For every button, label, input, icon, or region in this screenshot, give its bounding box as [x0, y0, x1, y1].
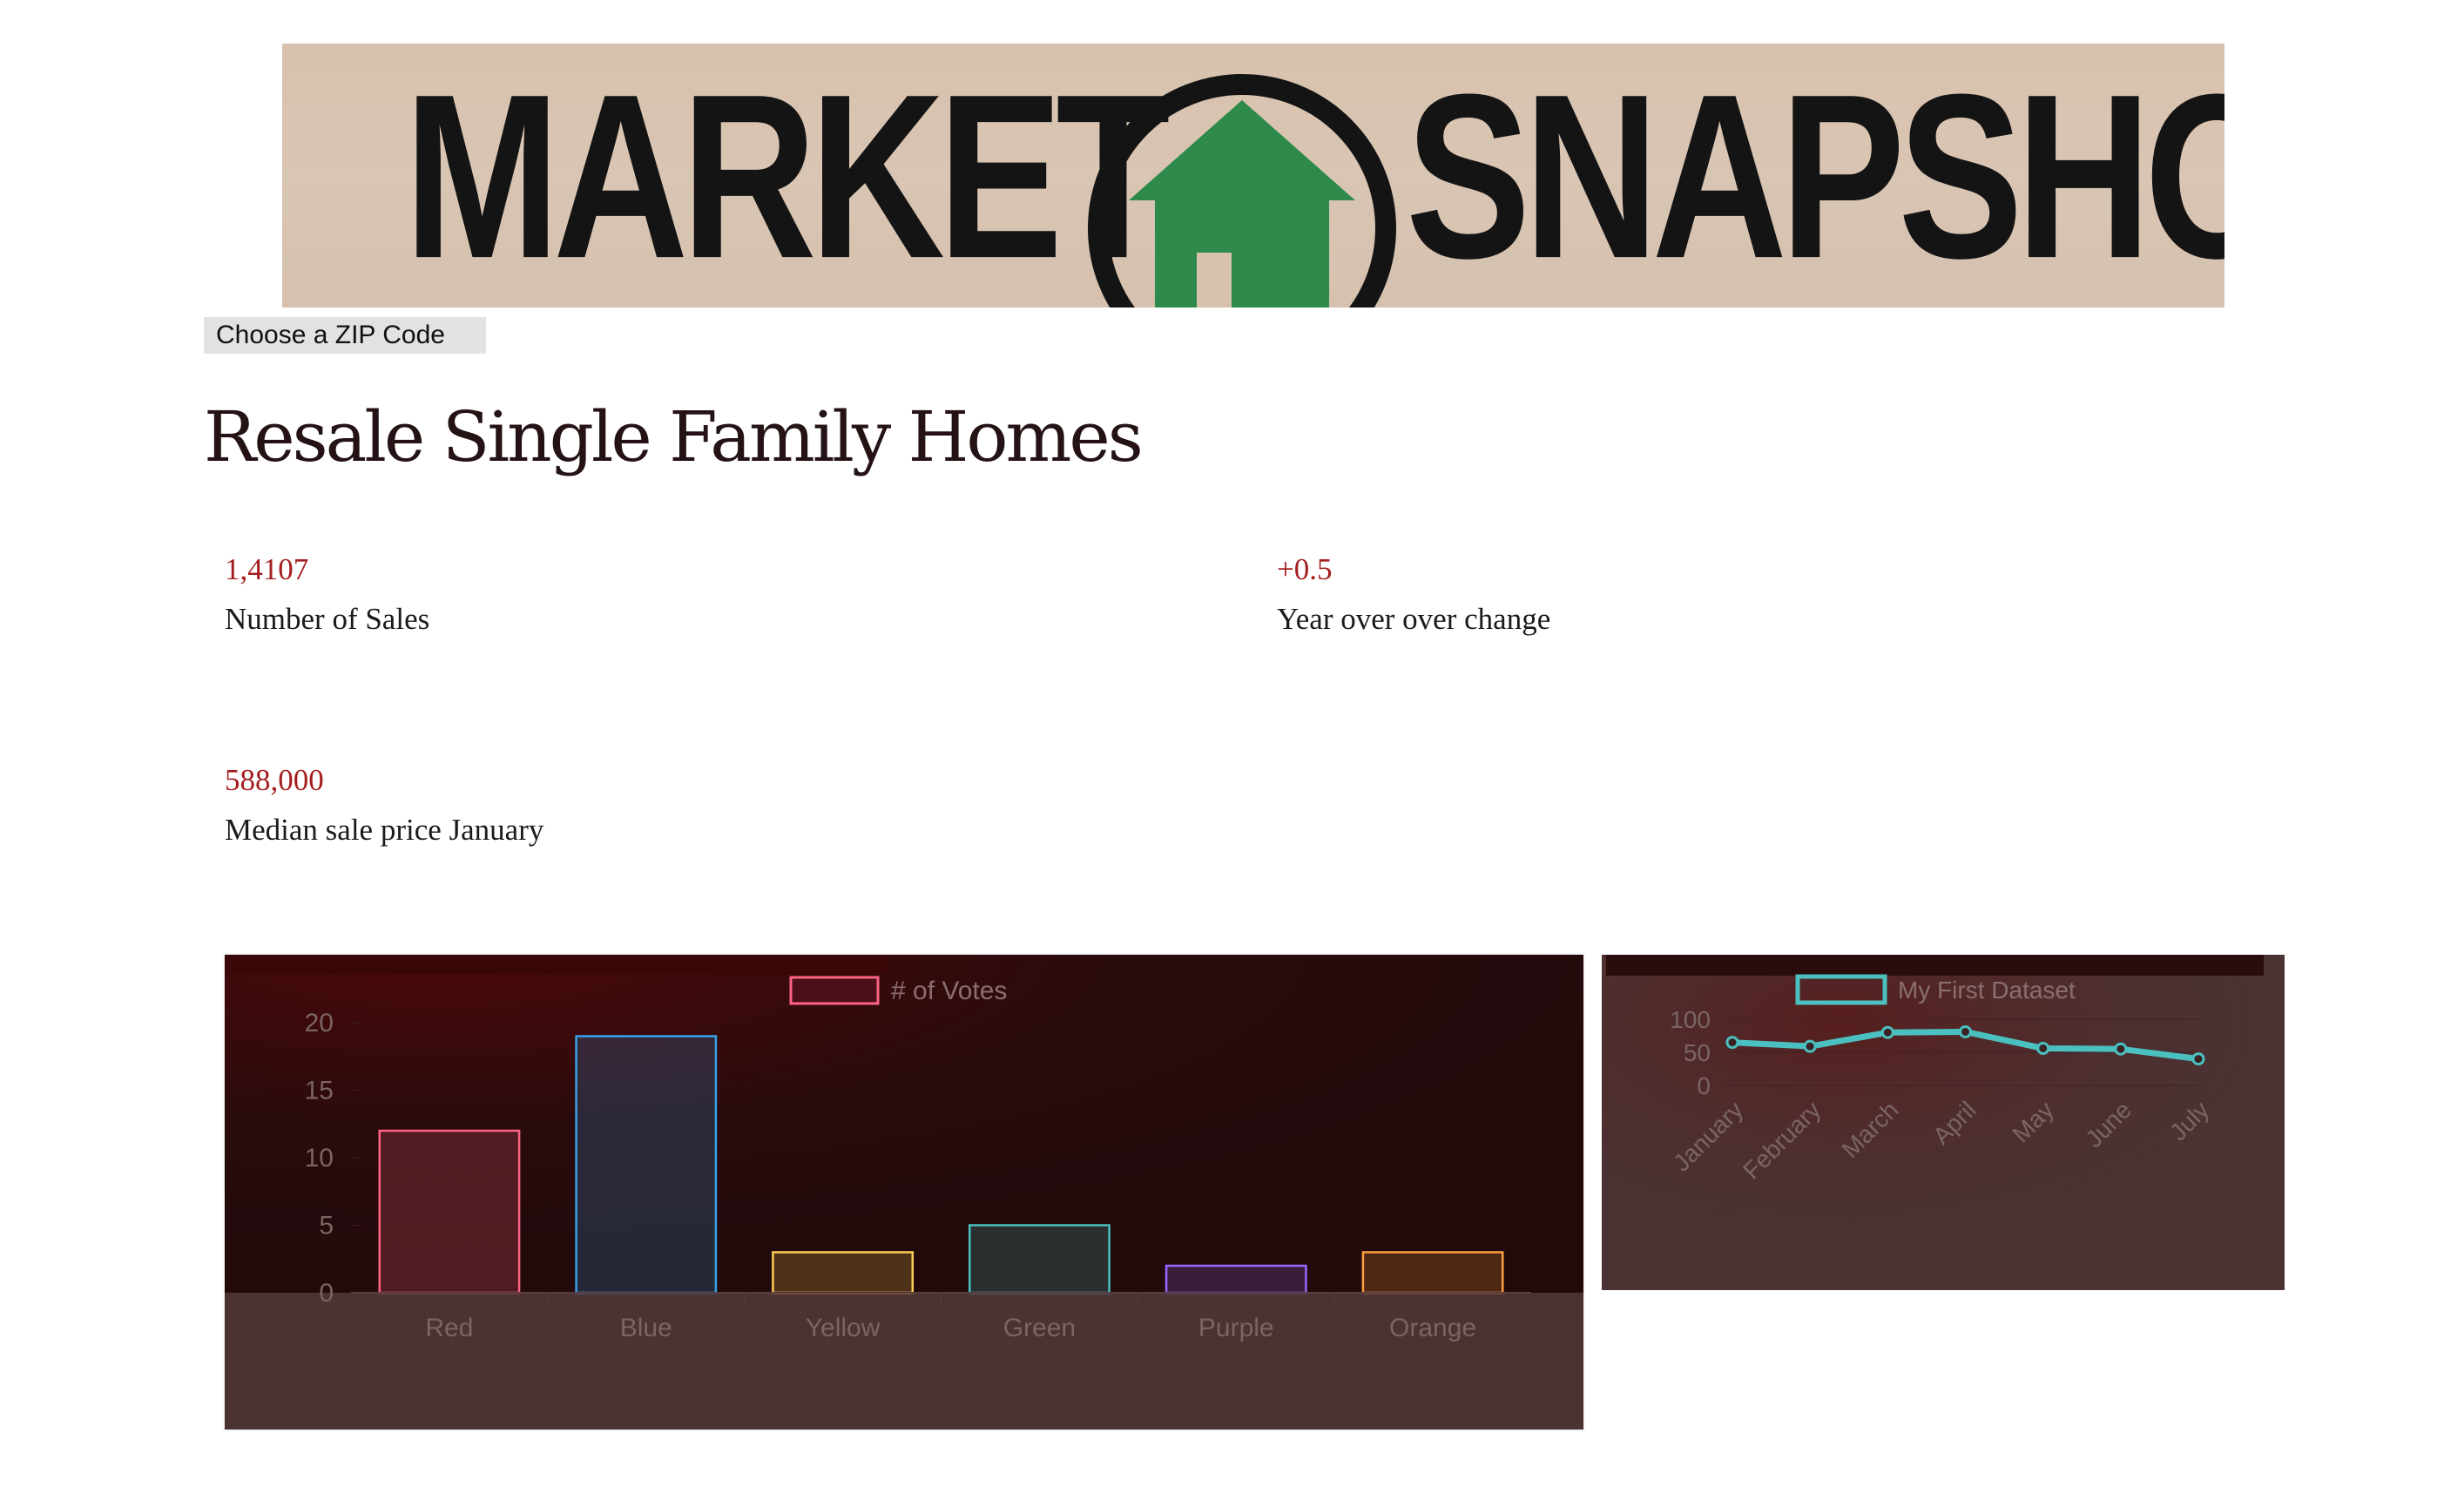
stat-value: 588,000 [225, 763, 324, 797]
x-tick-label: Green [1003, 1314, 1076, 1342]
bar-chart: # of Votes 0 5 10 15 20 Red Blue Yellow Green Pu… [225, 955, 1583, 1342]
x-tick-label: Orange [1389, 1314, 1476, 1342]
y-tick-label: 50 [1684, 1039, 1711, 1066]
x-tick-label: Blue [620, 1314, 672, 1342]
x-tick-label: Purple [1198, 1314, 1274, 1342]
stat-label: Median sale price January [225, 813, 544, 847]
point-january[interactable] [1725, 1036, 1739, 1050]
y-tick-label: 15 [305, 1077, 334, 1105]
stat-value: 1,4107 [225, 552, 309, 586]
bar-purple[interactable] [1164, 1264, 1307, 1294]
banner-word-snapshot: SNAPSHOT [1406, 44, 2224, 308]
page: MARKET SNAPSHOT Choose a ZIP Code Resale… [0, 0, 2464, 1487]
stat-median-sale-price: 588,000 Median sale price January [225, 765, 543, 845]
bar-red[interactable] [378, 1129, 521, 1294]
y-tick-label: 10 [305, 1144, 334, 1173]
section-title: Resale Single Family Homes [204, 396, 1144, 477]
bar-blue[interactable] [575, 1035, 718, 1294]
point-june[interactable] [2114, 1042, 2128, 1056]
stat-value: +0.5 [1277, 552, 1333, 586]
line-chart: My First Dataset 050100 JanuaryFebruary M… [1602, 955, 2285, 1290]
y-tick-label: 0 [319, 1279, 334, 1308]
stat-number-of-sales: 1,4107 Number of Sales [225, 554, 429, 634]
choose-zip-code-button[interactable]: Choose a ZIP Code [204, 317, 486, 354]
bar-green[interactable] [968, 1224, 1110, 1294]
bar-chart-panel: # of Votes 0 5 10 15 20 Red Blue Yellow Green Pu… [225, 955, 1583, 1430]
line-chart-header-strip [1606, 955, 2264, 976]
point-march[interactable] [1880, 1025, 1894, 1039]
point-may[interactable] [2036, 1041, 2050, 1055]
legend-label-my-first-dataset: My First Dataset [1898, 977, 2076, 1004]
point-february[interactable] [1803, 1039, 1817, 1053]
stat-label: Year over over change [1277, 602, 1551, 636]
y-tick-label: 5 [319, 1212, 334, 1240]
house-icon [1088, 74, 1396, 308]
legend-label-votes: # of Votes [891, 977, 1007, 1005]
bar-yellow[interactable] [772, 1251, 915, 1294]
y-tick-label: 20 [305, 1009, 334, 1038]
bar-orange[interactable] [1361, 1251, 1504, 1294]
x-tick-label: Red [425, 1314, 473, 1342]
stat-year-over-year-change: +0.5 Year over over change [1277, 554, 1550, 634]
point-april[interactable] [1959, 1024, 1972, 1038]
stat-label: Number of Sales [225, 602, 430, 636]
point-july[interactable] [2191, 1052, 2205, 1066]
market-snapshot-banner: MARKET SNAPSHOT [282, 44, 2224, 308]
legend-swatch-votes[interactable] [789, 976, 880, 1005]
line-chart-panel: My First Dataset 0 50 100 January February M… [1602, 955, 2285, 1290]
y-tick-label: 100 [1670, 1006, 1711, 1033]
banner-word-market: MARKET [404, 44, 1171, 308]
y-tick-label: 0 [1697, 1072, 1711, 1099]
x-tick-label: Yellow [806, 1314, 881, 1342]
